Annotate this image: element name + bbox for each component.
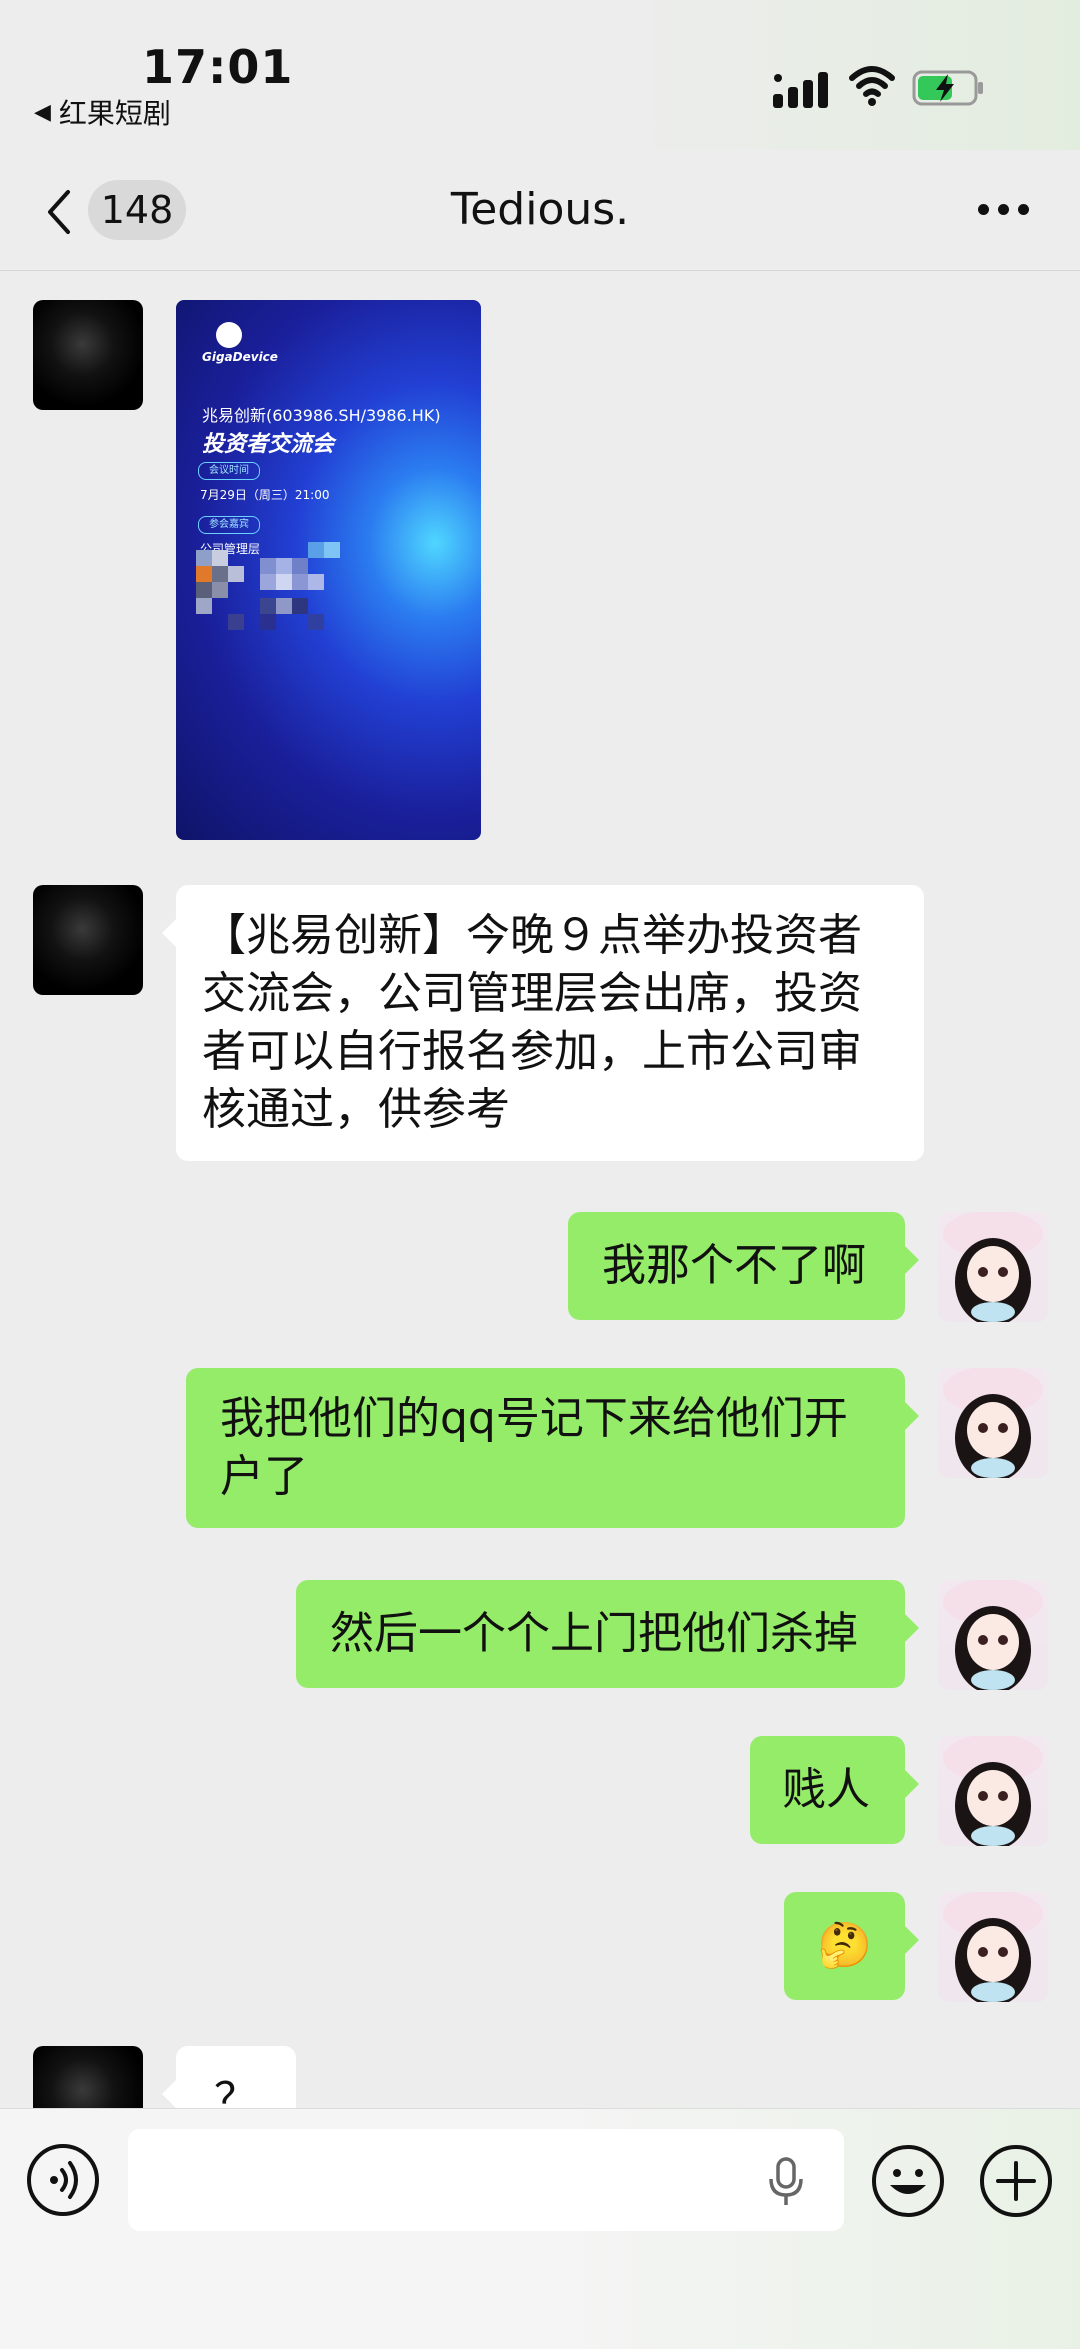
ellipsis-icon[interactable]: [978, 204, 1030, 218]
contact-avatar[interactable]: [33, 885, 143, 995]
back-app-label: 红果短剧: [58, 97, 171, 130]
self-avatar[interactable]: [938, 1368, 1048, 1478]
event-poster-image[interactable]: GigaDevice 兆易创新(603986.SH/3986.HK) 投资者交流…: [176, 300, 481, 840]
message-bubble[interactable]: 我那个不了啊: [568, 1212, 919, 1320]
self-avatar[interactable]: [938, 1580, 1048, 1690]
poster-tag-guest: 参会嘉宾: [198, 516, 260, 534]
message-bubble[interactable]: 我把他们的qq号记下来给他们开户了: [186, 1368, 919, 1528]
girl-avatar-icon: [943, 1368, 1043, 1478]
self-avatar[interactable]: [938, 1212, 1048, 1322]
microphone-icon[interactable]: [766, 2157, 806, 2207]
message-text: 我那个不了啊: [602, 1240, 866, 1291]
back-to-app-link[interactable]: ◀ 红果短剧: [34, 92, 171, 132]
wifi-icon: [849, 66, 895, 106]
poster-event-title: 投资者交流会: [202, 432, 335, 457]
status-bar: 17:01 ◀ 红果短剧: [0, 0, 1080, 150]
pixelated-region: [196, 542, 356, 680]
cellular-signal-icon: [773, 72, 828, 108]
girl-avatar-icon: [943, 1212, 1043, 1322]
message-bubble[interactable]: 贱人: [750, 1736, 919, 1844]
thinking-face-icon: 🤔: [817, 1920, 872, 1971]
poster-brand: GigaDevice: [202, 350, 278, 364]
message-bubble[interactable]: 🤔: [784, 1892, 919, 2000]
poster-tag-time: 会议时间: [198, 462, 260, 480]
chat-input-bar: [0, 2108, 1080, 2349]
self-avatar[interactable]: [938, 1736, 1048, 1846]
message-bubble[interactable]: 【兆易创新】今晚９点举办投资者交流会，公司管理层会出席，投资者可以自行报名参加，…: [162, 885, 924, 1161]
chat-header: 148 Tedious.: [0, 150, 1080, 271]
girl-avatar-icon: [943, 1892, 1043, 2002]
self-avatar[interactable]: [938, 1892, 1048, 2002]
message-text: 贱人: [782, 1764, 870, 1815]
message-text: 我把他们的qq号记下来给他们开户了: [220, 1393, 848, 1502]
brand-logo-icon: [216, 322, 242, 348]
poster-time: 7月29日（周三）21:00: [200, 488, 330, 502]
smiley-icon[interactable]: [870, 2143, 946, 2219]
contact-avatar[interactable]: [33, 300, 143, 410]
battery-icon: [912, 70, 983, 106]
message-input[interactable]: [128, 2129, 844, 2231]
status-time: 17:01: [142, 40, 294, 94]
plus-icon[interactable]: [978, 2143, 1054, 2219]
chat-title: Tedious.: [450, 184, 630, 235]
poster-company: 兆易创新(603986.SH/3986.HK): [202, 406, 441, 425]
message-bubble[interactable]: 然后一个个上门把他们杀掉: [296, 1580, 919, 1688]
girl-avatar-icon: [943, 1580, 1043, 1690]
girl-avatar-icon: [943, 1736, 1043, 1846]
back-triangle-icon: ◀: [34, 99, 51, 125]
message-text: 【兆易创新】今晚９点举办投资者交流会，公司管理层会出席，投资者可以自行报名参加，…: [202, 910, 862, 1135]
voice-icon[interactable]: [26, 2143, 100, 2217]
message-text: 然后一个个上门把他们杀掉: [330, 1608, 858, 1659]
